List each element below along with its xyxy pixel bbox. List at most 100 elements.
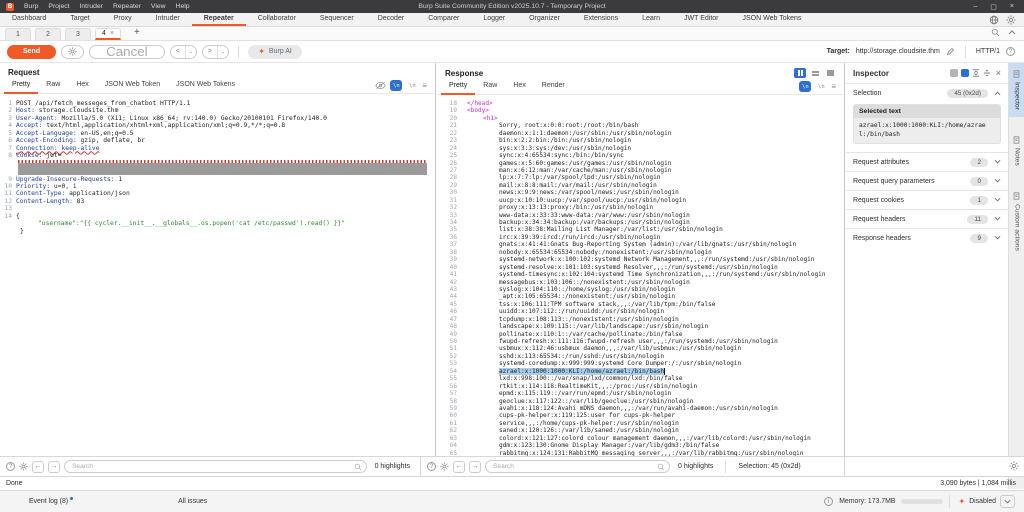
tab-organizer[interactable]: Organizer [517,13,572,26]
help-icon[interactable]: ? [1006,47,1015,56]
menu-burp[interactable]: Burp [19,3,43,10]
response-tab-pretty[interactable]: Pretty [441,79,475,95]
request-tab-json-web-tokens[interactable]: JSON Web Tokens [168,78,243,94]
request-tab-json-web-token[interactable]: JSON Web Token [97,78,168,94]
tab-repeater[interactable]: Repeater [192,13,246,26]
next-match-button[interactable]: → [48,461,60,473]
menu-view[interactable]: View [146,3,171,10]
tab-decoder[interactable]: Decoder [366,13,416,26]
collapse-chevron-icon[interactable] [1008,30,1016,35]
response-tab-render[interactable]: Render [534,79,573,95]
inspector-section-request-attributes[interactable]: Request attributes2 [846,152,1008,171]
request-menu-icon[interactable]: ≡ [422,81,427,90]
side-tab-custom-actions[interactable]: Custom actions [1009,185,1024,258]
history-back-dropdown[interactable]: ⌄ [185,46,196,58]
hide-eye-icon[interactable] [375,81,386,90]
maximize-button[interactable]: ▢ [990,3,997,11]
selection-section-header[interactable]: Selection 45 (0x2d) [846,83,1008,102]
response-line: 43syslog:x:104:110::/home/syslog:/usr/sb… [437,286,844,293]
tab-json-web-tokens[interactable]: JSON Web Tokens [731,13,814,26]
close-tab-icon[interactable]: × [110,30,114,37]
request-tab-pretty[interactable]: Pretty [4,78,38,94]
next-match-button[interactable]: → [469,461,481,473]
tab-intruder[interactable]: Intruder [144,13,192,26]
history-forward-button[interactable]: > [203,46,217,58]
layout-columns-button[interactable] [794,68,806,78]
minimize-button[interactable]: – [973,3,977,11]
divider-icon[interactable] [983,69,991,77]
history-forward-dropdown[interactable]: ⌄ [217,46,228,58]
prev-match-button[interactable]: ← [453,461,465,473]
repeater-tab-3[interactable]: 3 [65,28,91,40]
menu-help[interactable]: Help [171,3,195,10]
inspector-view-option-icon[interactable] [950,69,958,77]
response-tab-hex[interactable]: Hex [505,79,533,95]
send-settings-button[interactable] [61,45,84,59]
inspector-view-option-active-icon[interactable] [961,69,969,77]
newline-option[interactable]: \n [815,81,827,92]
request-editor[interactable]: 1POST /api/fetch_messeges_from_chatbot H… [0,100,435,456]
collapse-all-icon[interactable] [972,69,980,77]
response-search-input[interactable] [485,460,670,473]
response-line: 44_apt:x:105:65534::/nonexistent:/usr/sb… [437,293,844,300]
show-newlines-toggle[interactable]: \n [799,81,811,92]
tab-learn[interactable]: Learn [630,13,672,26]
ai-status-dropdown[interactable] [1000,495,1015,508]
inspector-section-request-query-parameters[interactable]: Request query parameters0 [846,171,1008,190]
repeater-tab-1[interactable]: 1 [5,28,31,40]
panel-settings-gear-icon[interactable] [1009,461,1019,471]
send-button[interactable]: Send [7,45,56,59]
inspector-section-request-headers[interactable]: Request headers11 [846,209,1008,228]
newline-option[interactable]: \n [406,80,418,91]
tab-collaborator[interactable]: Collaborator [246,13,308,26]
side-tab-notes[interactable]: Notes [1009,129,1024,173]
tab-jwt-editor[interactable]: JWT Editor [672,13,731,26]
globe-icon[interactable] [989,15,999,25]
request-tab-raw[interactable]: Raw [38,78,68,94]
response-line: 49pollinate:x:110:1::/var/cache/pollinat… [437,331,844,338]
http-version-badge[interactable]: HTTP/1 [976,48,1000,55]
response-menu-icon[interactable]: ≡ [831,82,836,91]
close-inspector-icon[interactable]: × [996,68,1001,78]
tab-sequencer[interactable]: Sequencer [308,13,366,26]
side-tab-inspector[interactable]: Inspector [1009,63,1024,117]
search-settings-icon[interactable] [19,462,28,471]
jwt-token-selected-block[interactable] [16,160,435,176]
edit-pencil-icon[interactable] [946,47,955,56]
request-tab-hex[interactable]: Hex [68,78,96,94]
add-repeater-tab-button[interactable]: + [128,27,146,39]
tab-comparer[interactable]: Comparer [416,13,471,26]
menu-repeater[interactable]: Repeater [108,3,146,10]
menu-intruder[interactable]: Intruder [75,3,108,10]
search-settings-icon[interactable] [440,462,449,471]
response-line: 19<body> [437,107,844,114]
close-button[interactable]: × [1010,3,1014,11]
inspector-section-response-headers[interactable]: Response headers9 [846,228,1008,247]
settings-gear-icon[interactable] [1006,15,1016,25]
all-issues-button[interactable]: All issues [178,498,207,505]
history-back-button[interactable]: < [171,46,185,58]
search-help-icon[interactable]: ? [6,462,15,471]
search-icon[interactable] [991,28,1000,37]
tab-extensions[interactable]: Extensions [572,13,630,26]
menu-project[interactable]: Project [43,3,74,10]
layout-rows-button[interactable] [809,68,821,78]
tab-target[interactable]: Target [58,13,101,26]
response-line: 28lp:x:7:7:lp:/var/spool/lpd:/usr/sbin/n… [437,174,844,181]
burp-ai-button[interactable]: ✦ Burp AI [248,45,302,59]
repeater-tab-2[interactable]: 2 [35,28,61,40]
inspector-section-request-cookies[interactable]: Request cookies1 [846,190,1008,209]
tab-dashboard[interactable]: Dashboard [0,13,58,26]
layout-tabs-button[interactable] [824,68,836,78]
response-editor[interactable]: 18</head>19<body>20<h1>21Sorry, root:x:0… [437,100,844,456]
event-log-button[interactable]: Event log (8) [29,498,73,505]
tab-logger[interactable]: Logger [471,13,517,26]
request-search-input[interactable] [64,460,367,473]
prev-match-button[interactable]: ← [32,461,44,473]
show-newlines-toggle[interactable]: \n [390,80,402,91]
repeater-tab-4[interactable]: 4× [95,28,121,40]
search-help-icon[interactable]: ? [427,462,436,471]
cancel-button[interactable]: Cancel [89,45,165,59]
response-tab-raw[interactable]: Raw [475,79,505,95]
tab-proxy[interactable]: Proxy [102,13,144,26]
